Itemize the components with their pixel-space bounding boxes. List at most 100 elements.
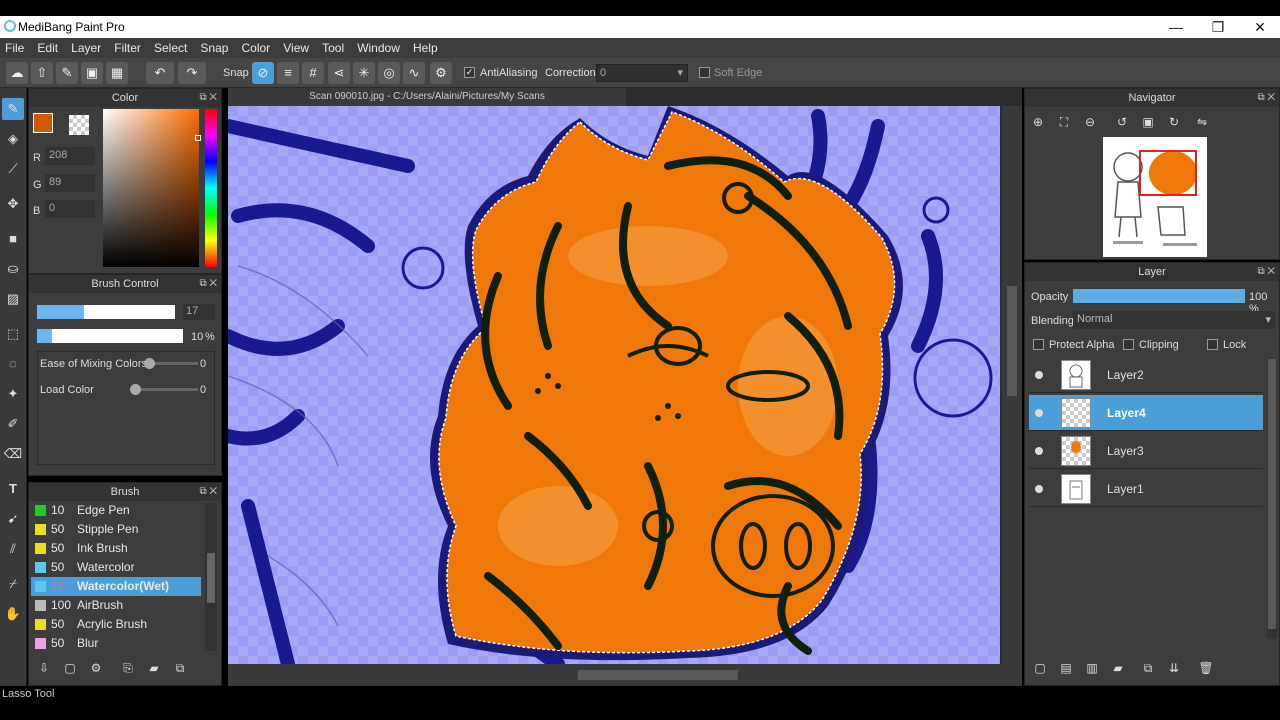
brush-item-airbrush[interactable]: 100 AirBrush [31,596,201,615]
fill-tool-icon[interactable]: ⛀ [2,258,24,280]
protect-alpha-checkbox[interactable] [1033,339,1044,350]
slider-knob[interactable] [144,358,155,369]
merge-layer-icon[interactable]: ⇊ [1165,659,1183,677]
snap-circle-icon[interactable]: ◎ [378,62,400,84]
new-1bit-layer-icon[interactable]: ▥ [1083,659,1101,677]
menu-select[interactable]: Select [149,38,192,58]
panel-float-icon[interactable]: ⧉ ✕ [199,89,217,107]
canvas-tab[interactable]: Scan 090010.jpg - C:/Users/Alaini/Pictur… [228,88,626,106]
brush-item-watercolor-wet[interactable]: 17 Watercolor(Wet) [31,577,201,596]
snap-grid-icon[interactable]: # [302,62,324,84]
select-pen-icon[interactable]: ✐ [2,413,24,435]
hand-tool-icon[interactable]: ✋ [2,603,24,625]
snap-radial-icon[interactable]: ✳ [353,62,375,84]
select-tool-icon[interactable]: ⬚ [2,323,24,345]
zoom-in-icon[interactable]: ⊕ [1029,113,1047,131]
layer-opacity-slider[interactable] [1073,289,1245,303]
gradient-tool-icon[interactable]: ▨ [2,288,24,310]
brush-list-scrollbar[interactable] [205,503,217,651]
correction-select[interactable]: 0 ▾ [596,64,688,82]
dot-tool-icon[interactable]: ⟋ [2,158,24,180]
cloud-icon[interactable]: ☁ [6,62,28,84]
visibility-icon[interactable] [1035,409,1043,417]
menu-window[interactable]: Window [352,38,405,58]
brush-item-stipple-pen[interactable]: 50 Stipple Pen [31,520,201,539]
folder-icon[interactable]: ▰ [1109,659,1127,677]
g-input[interactable]: 89 [45,174,95,192]
brush-opacity-slider[interactable] [37,329,183,343]
menu-snap[interactable]: Snap [195,38,233,58]
close-button[interactable]: ✕ [1238,16,1280,38]
divide-tool-icon[interactable]: ⫽ [2,538,24,560]
blending-select[interactable]: Normal ▾ [1073,311,1275,329]
snap-settings-icon[interactable]: ⚙ [430,62,452,84]
ease-of-mixing-slider[interactable] [144,358,198,369]
duplicate-layer-icon[interactable]: ⧉ [1139,659,1157,677]
lasso-tool-icon[interactable]: ◌ [2,353,24,375]
scrollbar-thumb[interactable] [1007,286,1017,396]
drawing-canvas[interactable] [228,106,1000,664]
clipping-checkbox[interactable] [1123,339,1134,350]
new-halftone-layer-icon[interactable]: ▤ [1057,659,1075,677]
layer-row-layer3[interactable]: Layer3 [1029,433,1263,469]
flip-icon[interactable]: ⇋ [1193,113,1211,131]
menu-color[interactable]: Color [237,38,276,58]
brush-size-slider[interactable] [37,305,175,319]
r-input[interactable]: 208 [45,147,95,165]
eyedropper-icon[interactable]: ⌿ [2,573,24,595]
soft-edge-checkbox[interactable] [699,67,710,78]
navigator-preview[interactable] [1103,137,1207,257]
canvas-horizontal-scrollbar[interactable] [228,664,1022,686]
transparent-color-swatch[interactable] [69,115,89,135]
magic-wand-icon[interactable]: ✦ [2,383,24,405]
panel-float-icon[interactable]: ⧉ ✕ [199,275,217,293]
brush-settings-icon[interactable]: ⚙ [87,659,105,677]
canvas-vertical-scrollbar[interactable] [1002,106,1022,664]
visibility-icon[interactable] [1035,371,1043,379]
slider-knob[interactable] [130,384,141,395]
primary-color-swatch[interactable] [33,113,53,133]
panel-float-icon[interactable]: ⧉ ✕ [199,483,217,501]
menu-filter[interactable]: Filter [109,38,146,58]
fit-icon[interactable]: ⛶ [1055,113,1073,131]
visibility-icon[interactable] [1035,485,1043,493]
menu-help[interactable]: Help [408,38,443,58]
snap-off-icon[interactable]: ⊘ [252,62,274,84]
material-icon[interactable]: ▣ [81,62,103,84]
menu-tool[interactable]: Tool [317,38,349,58]
operation-tool-icon[interactable]: ➹ [2,508,24,530]
folder-icon[interactable]: ▰ [145,659,163,677]
brush-item-acrylic-brush[interactable]: 50 Acrylic Brush [31,615,201,634]
select-eraser-icon[interactable]: ⌫ [2,443,24,465]
restore-button[interactable]: ❐ [1196,16,1240,38]
brush-copy-icon[interactable]: ⎘ [119,659,137,677]
eraser-tool-icon[interactable]: ◈ [2,128,24,150]
visibility-icon[interactable] [1035,447,1043,455]
duplicate-icon[interactable]: ⧉ [171,659,189,677]
layer-row-layer1[interactable]: Layer1 [1029,471,1263,507]
delete-layer-icon[interactable]: 🗑 [1197,659,1215,677]
actual-size-icon[interactable]: ▣ [1139,113,1157,131]
scrollbar-thumb[interactable] [207,553,215,603]
brush-item-edge-pen[interactable]: 10 Edge Pen [31,501,201,520]
layer-list-scrollbar[interactable] [1267,359,1277,639]
b-input[interactable]: 0 [45,200,95,218]
brush-item-watercolor[interactable]: 50 Watercolor [31,558,201,577]
scrollbar-thumb[interactable] [578,670,738,680]
pen-tool-icon[interactable]: ✎ [2,98,24,120]
layer-row-layer4[interactable]: Layer4 [1029,395,1263,431]
rect-tool-icon[interactable]: ■ [2,228,24,250]
download-brush-icon[interactable]: ⇩ [35,659,53,677]
new-brush-icon[interactable]: ▢ [61,659,79,677]
comment-icon[interactable]: ✎ [56,62,78,84]
snap-perspective-icon[interactable]: ⋖ [328,62,350,84]
antialiasing-checkbox[interactable]: ✓ [464,67,475,78]
snap-curve-icon[interactable]: ∿ [403,62,425,84]
layer-row-layer2[interactable]: Layer2 [1029,357,1263,393]
new-layer-icon[interactable]: ▢ [1031,659,1049,677]
move-tool-icon[interactable]: ✥ [2,193,24,215]
redo-button[interactable]: ↷ [178,62,206,84]
saturation-value-picker[interactable] [103,109,201,267]
rotate-right-icon[interactable]: ↻ [1165,113,1183,131]
scrollbar-thumb[interactable] [1268,359,1276,629]
